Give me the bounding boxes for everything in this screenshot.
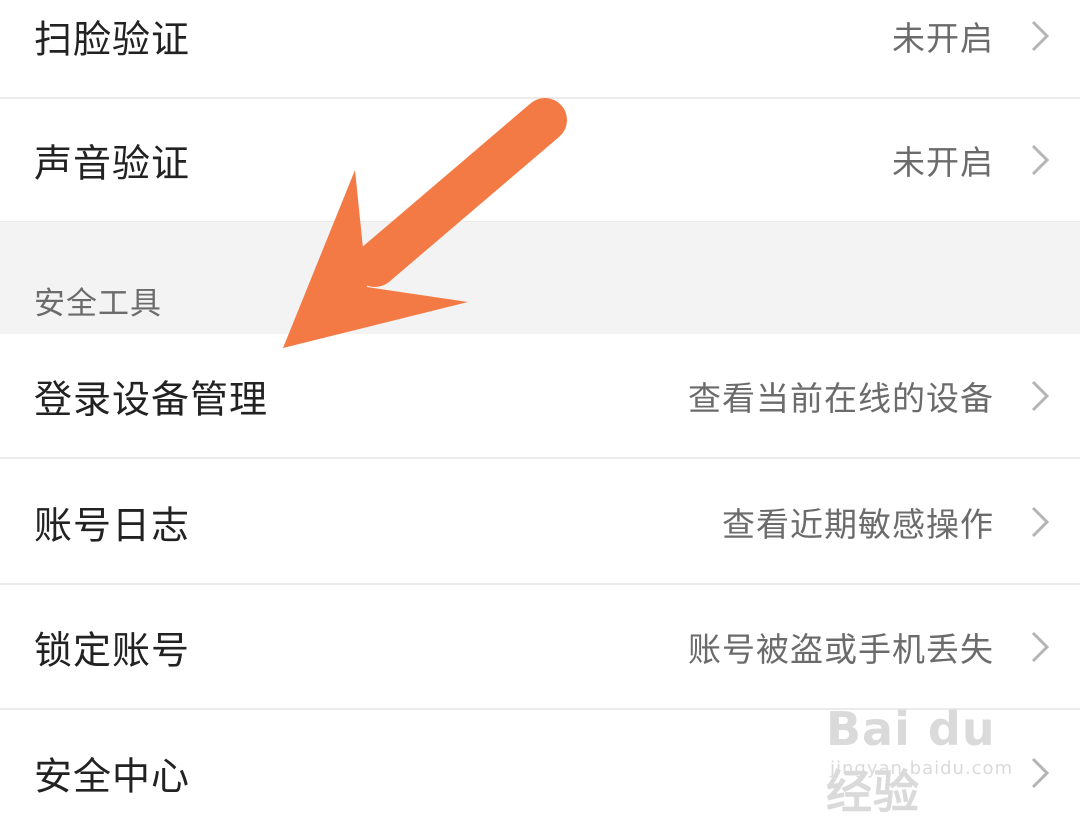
row-label: 登录设备管理 (34, 377, 269, 422)
row-value: 账号被盗或手机丢失 (688, 630, 994, 669)
chevron-right-icon (1031, 380, 1050, 412)
row-label: 账号日志 (34, 503, 191, 548)
row-label: 声音验证 (34, 141, 191, 186)
watermark-url: jingyan.baidu.com (830, 758, 1014, 779)
chevron-right-icon (1031, 631, 1050, 663)
chevron-right-icon (1031, 757, 1050, 789)
row-value: 未开启 (892, 143, 994, 182)
baidu-jingyan-watermark: Bai du 经验 jingyan.baidu.com (826, 692, 1026, 819)
row-login-device-manage[interactable]: 登录设备管理 查看当前在线的设备 (0, 335, 1080, 459)
chevron-right-icon (1031, 144, 1050, 176)
chevron-right-icon (1031, 506, 1050, 538)
section-title: 安全工具 (34, 286, 162, 322)
row-label: 锁定账号 (34, 628, 191, 673)
chevron-right-icon (1031, 20, 1050, 52)
row-voice-verify[interactable]: 声音验证 未开启 (0, 99, 1080, 223)
row-value: 未开启 (892, 19, 994, 58)
row-account-log[interactable]: 账号日志 查看近期敏感操作 (0, 461, 1080, 585)
row-value: 查看当前在线的设备 (688, 379, 994, 418)
row-label: 安全中心 (34, 754, 191, 799)
row-label: 扫脸验证 (34, 17, 191, 62)
section-security-tools: 安全工具 (0, 222, 1080, 334)
row-face-verify[interactable]: 扫脸验证 未开启 (0, 0, 1080, 99)
row-value: 查看近期敏感操作 (722, 505, 994, 544)
